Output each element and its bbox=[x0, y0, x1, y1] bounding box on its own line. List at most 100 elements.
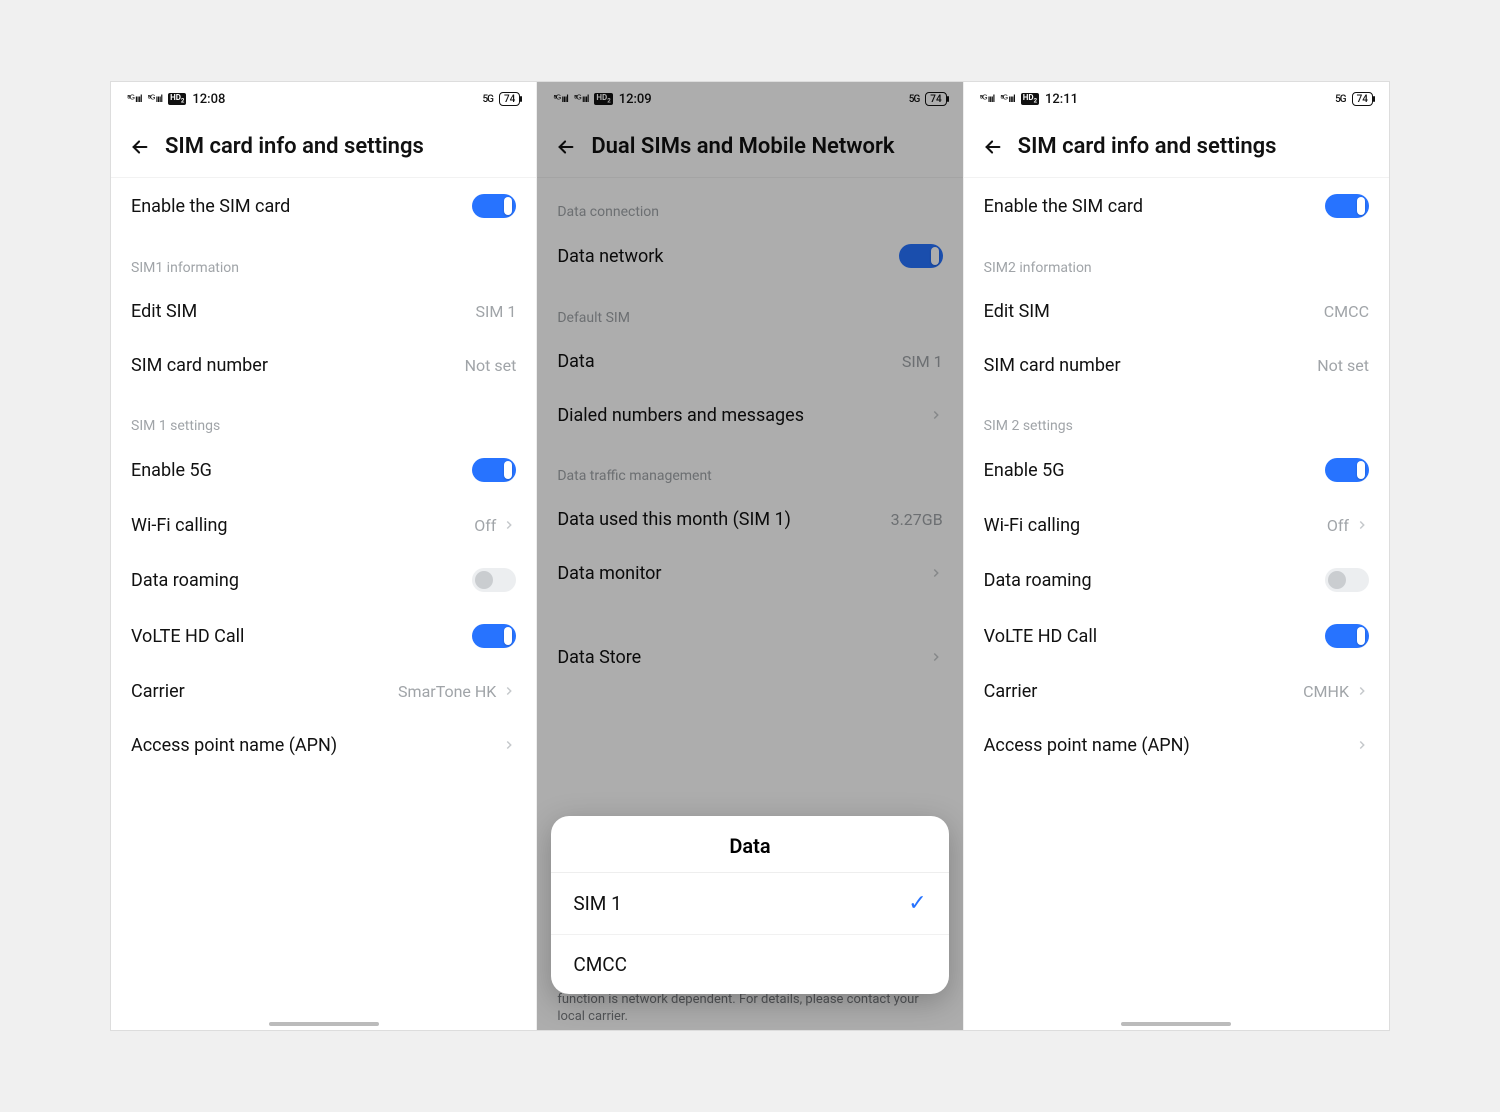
back-icon[interactable] bbox=[555, 136, 577, 158]
row-data-monitor[interactable]: Data monitor bbox=[537, 546, 962, 600]
row-edit-sim[interactable]: Edit SIM CMCC bbox=[964, 284, 1389, 338]
enable-5g-label: Enable 5G bbox=[984, 460, 1065, 481]
sim-number-label: SIM card number bbox=[984, 355, 1121, 376]
edit-sim-label: Edit SIM bbox=[131, 301, 197, 322]
data-sim-value: SIM 1 bbox=[902, 352, 943, 371]
row-volte[interactable]: VoLTE HD Call bbox=[964, 608, 1389, 664]
row-wifi-calling[interactable]: Wi-Fi calling Off bbox=[111, 498, 536, 552]
section-traffic: Data traffic management bbox=[537, 442, 962, 492]
row-carrier[interactable]: Carrier CMHK bbox=[964, 664, 1389, 718]
row-dialed[interactable]: Dialed numbers and messages bbox=[537, 388, 962, 442]
page-header: SIM card info and settings bbox=[964, 116, 1389, 178]
chevron-right-icon bbox=[929, 408, 943, 422]
data-roaming-label: Data roaming bbox=[131, 570, 239, 591]
enable-sim-toggle[interactable] bbox=[472, 194, 516, 218]
statusbar: ⁵ᴳ ıııl ⁵ᴳ ıııl HD2 12:08 5G 74 bbox=[111, 82, 536, 116]
row-edit-sim[interactable]: Edit SIM SIM 1 bbox=[111, 284, 536, 338]
row-data-network[interactable]: Data network bbox=[537, 228, 962, 284]
battery-icon: 74 bbox=[499, 92, 520, 106]
clock: 12:08 bbox=[192, 92, 225, 107]
edit-sim-label: Edit SIM bbox=[984, 301, 1050, 322]
volte-toggle[interactable] bbox=[1325, 624, 1369, 648]
screen-sim1: ⁵ᴳ ıııl ⁵ᴳ ıııl HD2 12:08 5G 74 SIM card… bbox=[111, 82, 537, 1030]
network-dependent-hint: function is network dependent. For detai… bbox=[557, 992, 942, 1026]
network-icon: 5G bbox=[482, 94, 493, 105]
row-data-used[interactable]: Data used this month (SIM 1) 3.27GB bbox=[537, 492, 962, 546]
home-indicator[interactable] bbox=[1121, 1022, 1231, 1026]
sheet-option-label: CMCC bbox=[573, 953, 627, 976]
signal-2-icon: ⁵ᴳ ıııl bbox=[148, 94, 163, 105]
network-icon: 5G bbox=[1335, 94, 1346, 105]
home-indicator[interactable] bbox=[269, 1022, 379, 1026]
enable-sim-toggle[interactable] bbox=[1325, 194, 1369, 218]
enable-5g-label: Enable 5G bbox=[131, 460, 212, 481]
row-enable-5g[interactable]: Enable 5G bbox=[964, 442, 1389, 498]
data-network-toggle[interactable] bbox=[899, 244, 943, 268]
sim-number-label: SIM card number bbox=[131, 355, 268, 376]
hd-icon: HD2 bbox=[1021, 93, 1039, 105]
data-roaming-toggle[interactable] bbox=[472, 568, 516, 592]
back-icon[interactable] bbox=[129, 136, 151, 158]
row-sim-number[interactable]: SIM card number Not set bbox=[964, 338, 1389, 392]
data-roaming-toggle[interactable] bbox=[1325, 568, 1369, 592]
hd-icon: HD2 bbox=[594, 93, 612, 105]
signal-1-icon: ⁵ᴳ ıııl bbox=[553, 94, 568, 105]
sheet-option-sim1[interactable]: SIM 1 ✓ bbox=[551, 873, 948, 935]
hd-icon: HD2 bbox=[168, 93, 186, 105]
back-icon[interactable] bbox=[982, 136, 1004, 158]
row-apn[interactable]: Access point name (APN) bbox=[111, 718, 536, 772]
volte-toggle[interactable] bbox=[472, 624, 516, 648]
data-sim-label: Data bbox=[557, 351, 594, 372]
page-header: SIM card info and settings bbox=[111, 116, 536, 178]
row-apn[interactable]: Access point name (APN) bbox=[964, 718, 1389, 772]
row-data-sim[interactable]: Data SIM 1 bbox=[537, 334, 962, 388]
row-data-store[interactable]: Data Store bbox=[537, 630, 962, 684]
row-sim-number[interactable]: SIM card number Not set bbox=[111, 338, 536, 392]
section-data-connection: Data connection bbox=[537, 178, 962, 228]
screen-dual-sim: ⁵ᴳ ıııl ⁵ᴳ ıııl HD2 12:09 5G 74 Dual SIM… bbox=[537, 82, 963, 1030]
row-enable-5g[interactable]: Enable 5G bbox=[111, 442, 536, 498]
volte-label: VoLTE HD Call bbox=[131, 626, 244, 647]
row-data-roaming[interactable]: Data roaming bbox=[111, 552, 536, 608]
sheet-title: Data bbox=[551, 816, 948, 873]
data-store-label: Data Store bbox=[557, 647, 641, 668]
row-wifi-calling[interactable]: Wi-Fi calling Off bbox=[964, 498, 1389, 552]
row-carrier[interactable]: Carrier SmarTone HK bbox=[111, 664, 536, 718]
signal-2-icon: ⁵ᴳ ıııl bbox=[1000, 94, 1015, 105]
battery-icon: 74 bbox=[925, 92, 946, 106]
signal-1-icon: ⁵ᴳ ıııl bbox=[980, 94, 995, 105]
bottom-sheet-data: Data SIM 1 ✓ CMCC bbox=[551, 816, 948, 994]
chevron-right-icon bbox=[929, 650, 943, 664]
section-sim2-settings: SIM 2 settings bbox=[964, 392, 1389, 442]
battery-icon: 74 bbox=[1352, 92, 1373, 106]
page-title: SIM card info and settings bbox=[165, 134, 424, 159]
page-title: Dual SIMs and Mobile Network bbox=[591, 134, 894, 159]
enable-5g-toggle[interactable] bbox=[472, 458, 516, 482]
wifi-calling-value: Off bbox=[474, 516, 496, 535]
section-default-sim: Default SIM bbox=[537, 284, 962, 334]
sim-number-value: Not set bbox=[465, 356, 517, 375]
enable-5g-toggle[interactable] bbox=[1325, 458, 1369, 482]
enable-sim-label: Enable the SIM card bbox=[984, 196, 1143, 217]
carrier-label: Carrier bbox=[131, 681, 185, 702]
chevron-right-icon bbox=[1355, 518, 1369, 532]
chevron-right-icon bbox=[502, 518, 516, 532]
apn-label: Access point name (APN) bbox=[984, 735, 1190, 756]
row-enable-sim[interactable]: Enable the SIM card bbox=[111, 178, 536, 234]
screen-sim2: ⁵ᴳ ıııl ⁵ᴳ ıııl HD2 12:11 5G 74 SIM card… bbox=[964, 82, 1389, 1030]
row-enable-sim[interactable]: Enable the SIM card bbox=[964, 178, 1389, 234]
network-icon: 5G bbox=[909, 94, 920, 105]
volte-label: VoLTE HD Call bbox=[984, 626, 1097, 647]
carrier-value: SmarTone HK bbox=[398, 682, 496, 701]
clock: 12:09 bbox=[619, 92, 652, 107]
data-roaming-label: Data roaming bbox=[984, 570, 1092, 591]
apn-label: Access point name (APN) bbox=[131, 735, 337, 756]
signal-1-icon: ⁵ᴳ ıııl bbox=[127, 94, 142, 105]
row-data-roaming[interactable]: Data roaming bbox=[964, 552, 1389, 608]
sheet-option-cmcc[interactable]: CMCC bbox=[551, 935, 948, 994]
carrier-value: CMHK bbox=[1303, 682, 1349, 701]
row-volte[interactable]: VoLTE HD Call bbox=[111, 608, 536, 664]
sheet-option-label: SIM 1 bbox=[573, 892, 621, 915]
chevron-right-icon bbox=[502, 738, 516, 752]
chevron-right-icon bbox=[502, 684, 516, 698]
